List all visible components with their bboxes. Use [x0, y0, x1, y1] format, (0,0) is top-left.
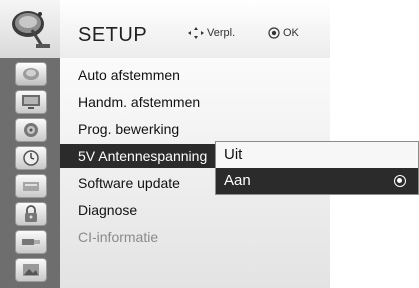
satellite-dish-icon — [23, 68, 39, 80]
speaker-icon — [24, 123, 38, 137]
option-off[interactable]: Uit — [216, 142, 418, 168]
setup-category-icon-box — [0, 0, 60, 58]
sidebar-item-audio[interactable] — [15, 118, 47, 142]
sidebar-item-usb[interactable] — [15, 230, 47, 254]
arrows-icon — [188, 27, 204, 39]
antenna-power-popup: Uit Aan — [215, 141, 419, 195]
sidebar-item-options[interactable] — [15, 174, 47, 198]
menu-item-diagnose[interactable]: Diagnose — [78, 202, 137, 218]
option-on[interactable]: Aan — [216, 168, 418, 194]
menu-item-manual-tuning[interactable]: Handm. afstemmen — [78, 94, 200, 110]
menu-item-program-edit[interactable]: Prog. bewerking — [78, 121, 179, 137]
clock-icon — [23, 150, 39, 166]
radio-selected-icon — [394, 175, 406, 187]
sidebar-item-photo[interactable] — [15, 258, 47, 282]
sidebar-item-lock[interactable] — [15, 202, 47, 226]
photo-icon — [23, 264, 39, 276]
ok-hint-label: OK — [283, 27, 299, 39]
option-off-label: Uit — [224, 146, 243, 163]
monitor-icon — [22, 95, 40, 109]
sidebar-item-time[interactable] — [15, 146, 47, 170]
usb-icon — [22, 239, 40, 245]
category-sidebar — [0, 58, 60, 288]
ok-button-icon — [268, 27, 280, 39]
lock-icon — [25, 205, 37, 222]
move-hint-label: Verpl. — [207, 27, 236, 39]
menu-item-software-update[interactable]: Software update — [78, 175, 180, 191]
menu-item-5v-antenna[interactable]: 5V Antennespanning — [60, 144, 215, 168]
menu-item-ci-info: CI-informatie — [78, 229, 159, 245]
menu-header: SETUP Verpl. OK — [0, 0, 330, 59]
ok-hint: OK — [268, 27, 299, 39]
satellite-dish-icon — [12, 11, 50, 48]
input-icon — [23, 182, 39, 191]
setup-menu: SETUP Verpl. OK Auto afstemmen Handm. af… — [0, 0, 419, 288]
move-hint: Verpl. — [188, 27, 235, 39]
option-on-label: Aan — [224, 172, 251, 189]
menu-item-auto-tuning[interactable]: Auto afstemmen — [78, 67, 180, 83]
page-title: SETUP — [78, 24, 148, 46]
sidebar-item-setup[interactable] — [15, 62, 47, 86]
sidebar-item-picture[interactable] — [15, 90, 47, 114]
